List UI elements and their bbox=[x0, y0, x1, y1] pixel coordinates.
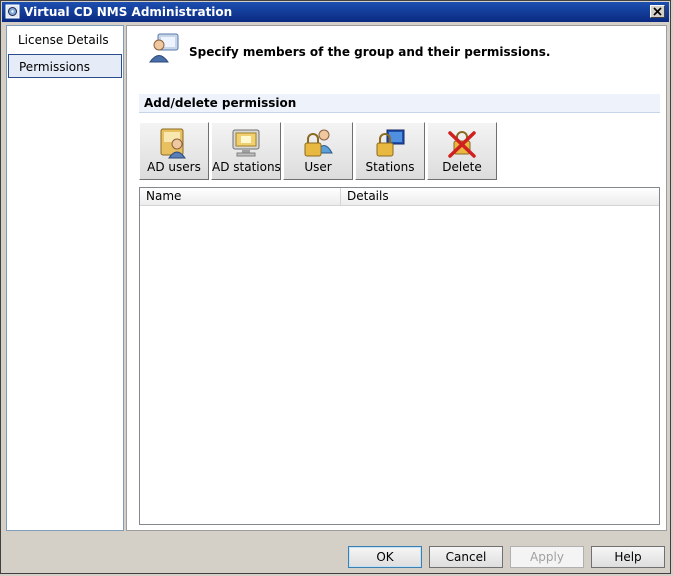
ad-users-label: AD users bbox=[147, 160, 201, 174]
stations-label: Stations bbox=[365, 160, 415, 174]
users-permissions-icon bbox=[149, 33, 179, 63]
user-label: User bbox=[304, 160, 332, 174]
user-button[interactable]: User bbox=[283, 122, 353, 180]
ad-users-button[interactable]: AD users bbox=[139, 122, 209, 180]
app-icon bbox=[5, 4, 20, 19]
column-details[interactable]: Details bbox=[341, 188, 659, 205]
delete-label: Delete bbox=[442, 160, 482, 174]
list-header: Name Details bbox=[140, 188, 659, 206]
delete-button[interactable]: Delete bbox=[427, 122, 497, 180]
nav-item-label: Permissions bbox=[19, 60, 90, 74]
ad-users-icon bbox=[160, 128, 186, 159]
nav-item-license-details[interactable]: License Details bbox=[8, 28, 122, 52]
ok-button[interactable]: OK bbox=[348, 546, 422, 568]
apply-button[interactable]: Apply bbox=[510, 546, 584, 568]
ad-stations-icon bbox=[232, 129, 260, 157]
nav-item-label: License Details bbox=[18, 33, 109, 47]
ad-stations-label: AD stations bbox=[212, 160, 281, 174]
station-lock-icon bbox=[376, 129, 405, 157]
nav-item-permissions[interactable]: Permissions bbox=[8, 54, 122, 78]
title-bar[interactable]: Virtual CD NMS Administration bbox=[2, 2, 669, 22]
nav-panel: License Details Permissions bbox=[6, 25, 124, 531]
group-title: Add/delete permission bbox=[144, 96, 297, 110]
delete-lock-icon bbox=[448, 131, 476, 158]
cancel-button[interactable]: Cancel bbox=[429, 546, 503, 568]
close-button[interactable] bbox=[650, 5, 665, 18]
permissions-panel: Specify members of the group and their p… bbox=[126, 25, 667, 531]
group-header: Add/delete permission bbox=[139, 94, 660, 113]
header-text: Specify members of the group and their p… bbox=[189, 45, 551, 59]
ad-stations-button[interactable]: AD stations bbox=[211, 122, 281, 180]
stations-button[interactable]: Stations bbox=[355, 122, 425, 180]
help-button[interactable]: Help bbox=[591, 546, 665, 568]
window-title: Virtual CD NMS Administration bbox=[24, 5, 233, 19]
close-icon bbox=[653, 7, 662, 16]
user-lock-icon bbox=[304, 129, 333, 157]
permissions-list[interactable]: Name Details bbox=[139, 187, 660, 525]
column-name[interactable]: Name bbox=[140, 188, 341, 205]
dialog-window: Virtual CD NMS Administration License De… bbox=[0, 0, 671, 574]
